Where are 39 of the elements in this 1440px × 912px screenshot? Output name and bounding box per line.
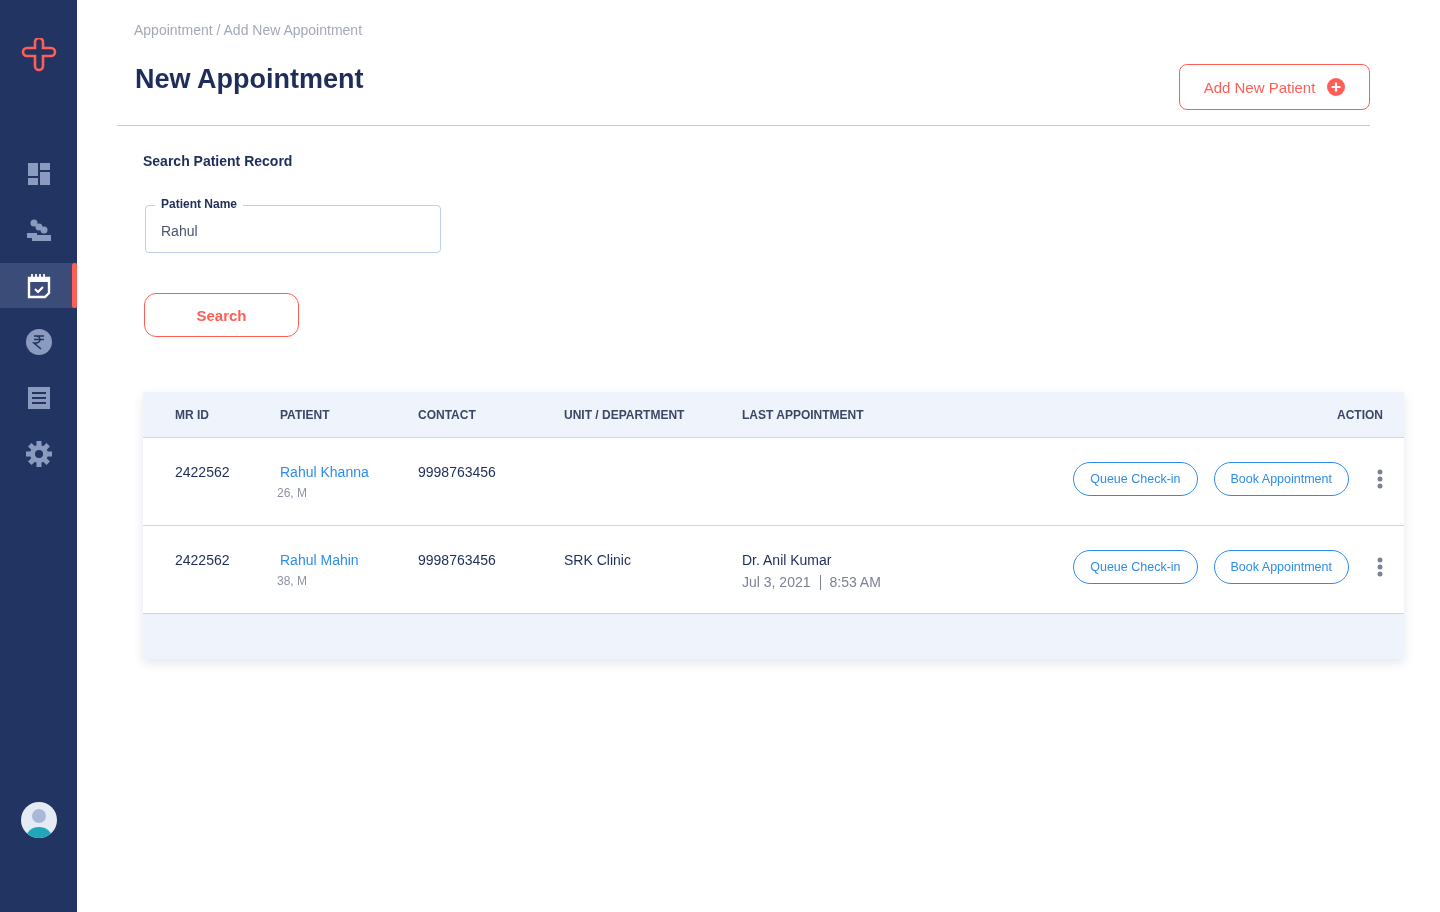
more-options-icon[interactable] <box>1377 557 1383 577</box>
field-label: Patient Name <box>155 197 244 211</box>
column-header: LAST APPOINTMENT <box>742 407 865 422</box>
column-header: PATIENT <box>280 407 331 422</box>
receipt-icon <box>26 385 51 410</box>
appointment-time: 8:53 AM <box>829 574 881 590</box>
column-header: UNIT / DEPARTMENT <box>564 407 686 422</box>
book-appointment-button[interactable]: Book Appointment <box>1213 550 1349 584</box>
add-new-patient-button[interactable]: Add New Patient <box>1179 64 1370 110</box>
page-title: New Appointment <box>135 64 364 95</box>
table-cell-text: 9998763456 <box>418 464 497 480</box>
search-button[interactable]: Search <box>144 293 299 337</box>
plus-circle-icon <box>1327 78 1346 96</box>
table-cell-text: 9998763456 <box>418 552 497 568</box>
appointment-date: Jul 3, 2021 <box>742 574 811 590</box>
cross-logo-icon <box>20 38 57 72</box>
column-header: ACTION <box>1337 407 1383 422</box>
age-sex-text: 26, M <box>277 486 307 500</box>
calendar-check-icon <box>26 272 51 299</box>
queue-check-in-button[interactable]: Queue Check-in <box>1073 550 1198 584</box>
table-cell-text: 2422562 <box>175 552 231 568</box>
dashboard-icon <box>26 161 51 186</box>
more-options-icon[interactable] <box>1377 469 1383 489</box>
patient-name-link[interactable]: Rahul Khanna <box>280 464 369 480</box>
column-header: CONTACT <box>418 407 477 422</box>
patient-name-link[interactable]: Rahul Mahin <box>280 552 359 568</box>
table-cell-text: 2422562 <box>175 464 231 480</box>
section-heading: Search Patient Record <box>143 153 294 169</box>
breadcrumb: Appointment / Add New Appointment <box>134 22 364 38</box>
table-cell: SRK Clinic <box>564 552 631 568</box>
rupee-coin-icon <box>25 328 52 355</box>
queue-check-in-button[interactable]: Queue Check-in <box>1073 462 1198 496</box>
avatar-silhouette-icon[interactable] <box>20 802 57 838</box>
column-header: MR ID <box>175 407 210 422</box>
book-appointment-button[interactable]: Book Appointment <box>1213 462 1349 496</box>
age-sex-text: 38, M <box>277 574 307 588</box>
people-icon <box>25 218 52 241</box>
doctor-name: Dr. Anil Kumar <box>742 552 832 568</box>
sidebar-item[interactable] <box>0 263 77 308</box>
